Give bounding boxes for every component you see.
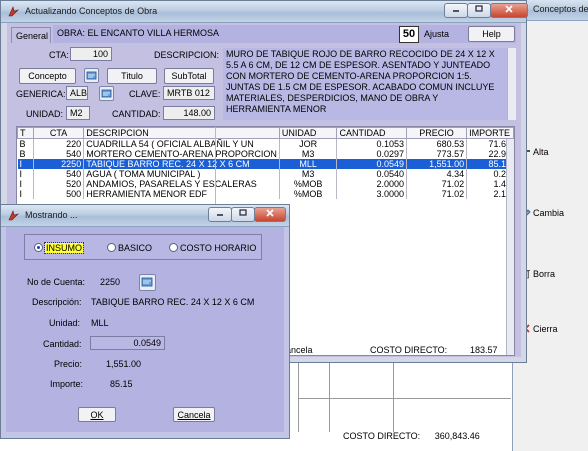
col-header-unidad[interactable]: UNIDAD	[278, 127, 338, 139]
cambia-label: Cambia	[533, 208, 565, 218]
maximize-button[interactable]	[467, 3, 491, 18]
dialog-app-icon	[8, 210, 19, 221]
ok-button[interactable]: OK	[78, 407, 116, 422]
col-header-descripcion[interactable]: DESCRIPCION	[83, 127, 280, 139]
alta-label: Alta	[533, 147, 549, 157]
costo-directo-label: COSTO DIRECTO:	[370, 345, 448, 355]
table-row[interactable]: I 540 AGUA ( TOMA MUNICIPAL ) M3 0.0540 4.34 0…	[17, 169, 514, 179]
main-window-titlebar: Actualizando Conceptos de Obra	[1, 1, 528, 23]
grid-header: T CTA DESCRIPCION UNIDAD CANTIDAD PRECIO…	[17, 127, 514, 139]
precio-dlg-label: Precio:	[54, 359, 83, 369]
bg-costo-directo: COSTO DIRECTO: 360,843.46	[343, 431, 480, 441]
titulo-button[interactable]: Titulo	[107, 68, 157, 84]
table-row[interactable]: B 540 MORTERO CEMENTO-ARENA PROPORCION M3 0.…	[17, 149, 514, 159]
clave-field[interactable]: MRTB 012	[163, 86, 215, 100]
main-statusbar: ancela COSTO DIRECTO: 183.57	[286, 342, 515, 357]
descripcion-text[interactable]: MURO DE TABIQUE ROJO DE BARRO RECOCIDO D…	[223, 48, 507, 120]
generica-field[interactable]: ALB	[66, 86, 88, 100]
lookup-icon[interactable]	[84, 68, 99, 83]
close-window-button[interactable]	[490, 3, 528, 18]
cierra-label: Cierra	[533, 324, 558, 334]
dialog-minimize-button[interactable]	[208, 207, 232, 222]
descripcion-label: DESCRIPCION:	[154, 50, 220, 60]
background-list-pane	[298, 362, 511, 432]
generica-lookup-icon[interactable]	[99, 86, 114, 101]
clave-label: CLAVE:	[129, 89, 161, 99]
unidad-dlg-value: MLL	[91, 318, 109, 328]
generica-label: GENERICA:	[16, 89, 66, 99]
unidad-label: UNIDAD:	[26, 109, 64, 119]
radio-basico[interactable]: BASICO	[107, 243, 152, 253]
descripcion-dlg-value: TABIQUE BARRO REC. 24 X 12 X 6 CM	[91, 297, 255, 307]
cta-field[interactable]: 100	[70, 47, 112, 61]
cta-label: CTA:	[49, 50, 69, 60]
minimize-button[interactable]	[444, 3, 468, 18]
costo-directo-value: 183.57	[470, 345, 498, 355]
subtotal-button[interactable]: SubTotal	[164, 68, 214, 84]
importe-dlg-label: Importe:	[50, 379, 84, 389]
importe-dlg-value: 85.15	[110, 379, 133, 389]
table-row[interactable]: I 520 ANDAMIOS, PASARELAS Y ESCALERAS %MOB 2…	[17, 179, 514, 189]
col-header-importe[interactable]: IMPORTE	[466, 127, 514, 139]
help-button[interactable]: Help	[468, 26, 515, 42]
unidad-field[interactable]: M2	[66, 106, 90, 120]
dialog-title: Mostrando ...	[25, 210, 78, 220]
grid-scrollbar[interactable]	[506, 139, 514, 355]
concepto-button[interactable]: Concepto	[19, 68, 76, 84]
unidad-dlg-label: Unidad:	[49, 318, 81, 328]
no-cuenta-label: No de Cuenta:	[27, 277, 86, 287]
tab-general[interactable]: General	[11, 27, 51, 43]
dialog-titlebar: Mostrando ...	[1, 205, 289, 227]
table-row[interactable]: I 500 HERRAMIENTA MENOR EDF %MOB 3.0000 71.02…	[17, 189, 514, 199]
cancela-button[interactable]: Cancela	[173, 407, 215, 422]
descripcion-scrollbar[interactable]	[507, 48, 516, 120]
no-cuenta-value: 2250	[100, 277, 121, 287]
obra-label: OBRA: EL ENCANTO VILLA HERMOSA	[57, 28, 220, 38]
cantidad-field[interactable]: 148.00	[163, 106, 215, 120]
col-header-precio[interactable]: PRECIO	[405, 127, 468, 139]
cantidad-dlg-label: Cantidad:	[43, 339, 82, 349]
main-window-title: Actualizando Conceptos de Obra	[25, 6, 158, 16]
table-row[interactable]: B 220 CUADRILLA 54 ( OFICIAL ALBAÑIL Y UN J…	[17, 138, 514, 149]
bg-costo-directo-value: 360,843.46	[434, 431, 480, 441]
table-row-selected[interactable]: I 2250 TABIQUE BARRO REC. 24 X 12 X 6 CM ML…	[17, 159, 514, 169]
app-icon	[8, 6, 19, 17]
col-header-cta[interactable]: CTA	[32, 127, 85, 139]
radio-costo-horario[interactable]: COSTO HORARIO	[169, 243, 256, 253]
background-window-title: Conceptos de O	[533, 4, 588, 14]
radio-empty-icon	[169, 243, 178, 252]
col-header-cantidad[interactable]: CANTIDAD	[336, 127, 407, 139]
radio-selected-icon	[34, 243, 43, 252]
radio-empty-icon	[107, 243, 116, 252]
ajusta-label: Ajusta	[424, 29, 450, 39]
dialog-maximize-button[interactable]	[231, 207, 255, 222]
cantidad-dlg-field[interactable]: 0.0549	[90, 336, 165, 350]
descripcion-dlg-label: Descripción:	[32, 297, 82, 307]
precio-dlg-value: 1,551.00	[106, 359, 142, 369]
percent-50-icon[interactable]: 50	[399, 26, 419, 43]
cantidad-label: CANTIDAD:	[112, 109, 161, 119]
cuenta-lookup-icon[interactable]	[139, 274, 156, 291]
col-header-t[interactable]: T	[17, 127, 34, 139]
borra-label: Borra	[533, 269, 556, 279]
radio-insumo[interactable]: INSUMO	[34, 242, 84, 254]
dialog-close-button[interactable]	[254, 207, 286, 222]
